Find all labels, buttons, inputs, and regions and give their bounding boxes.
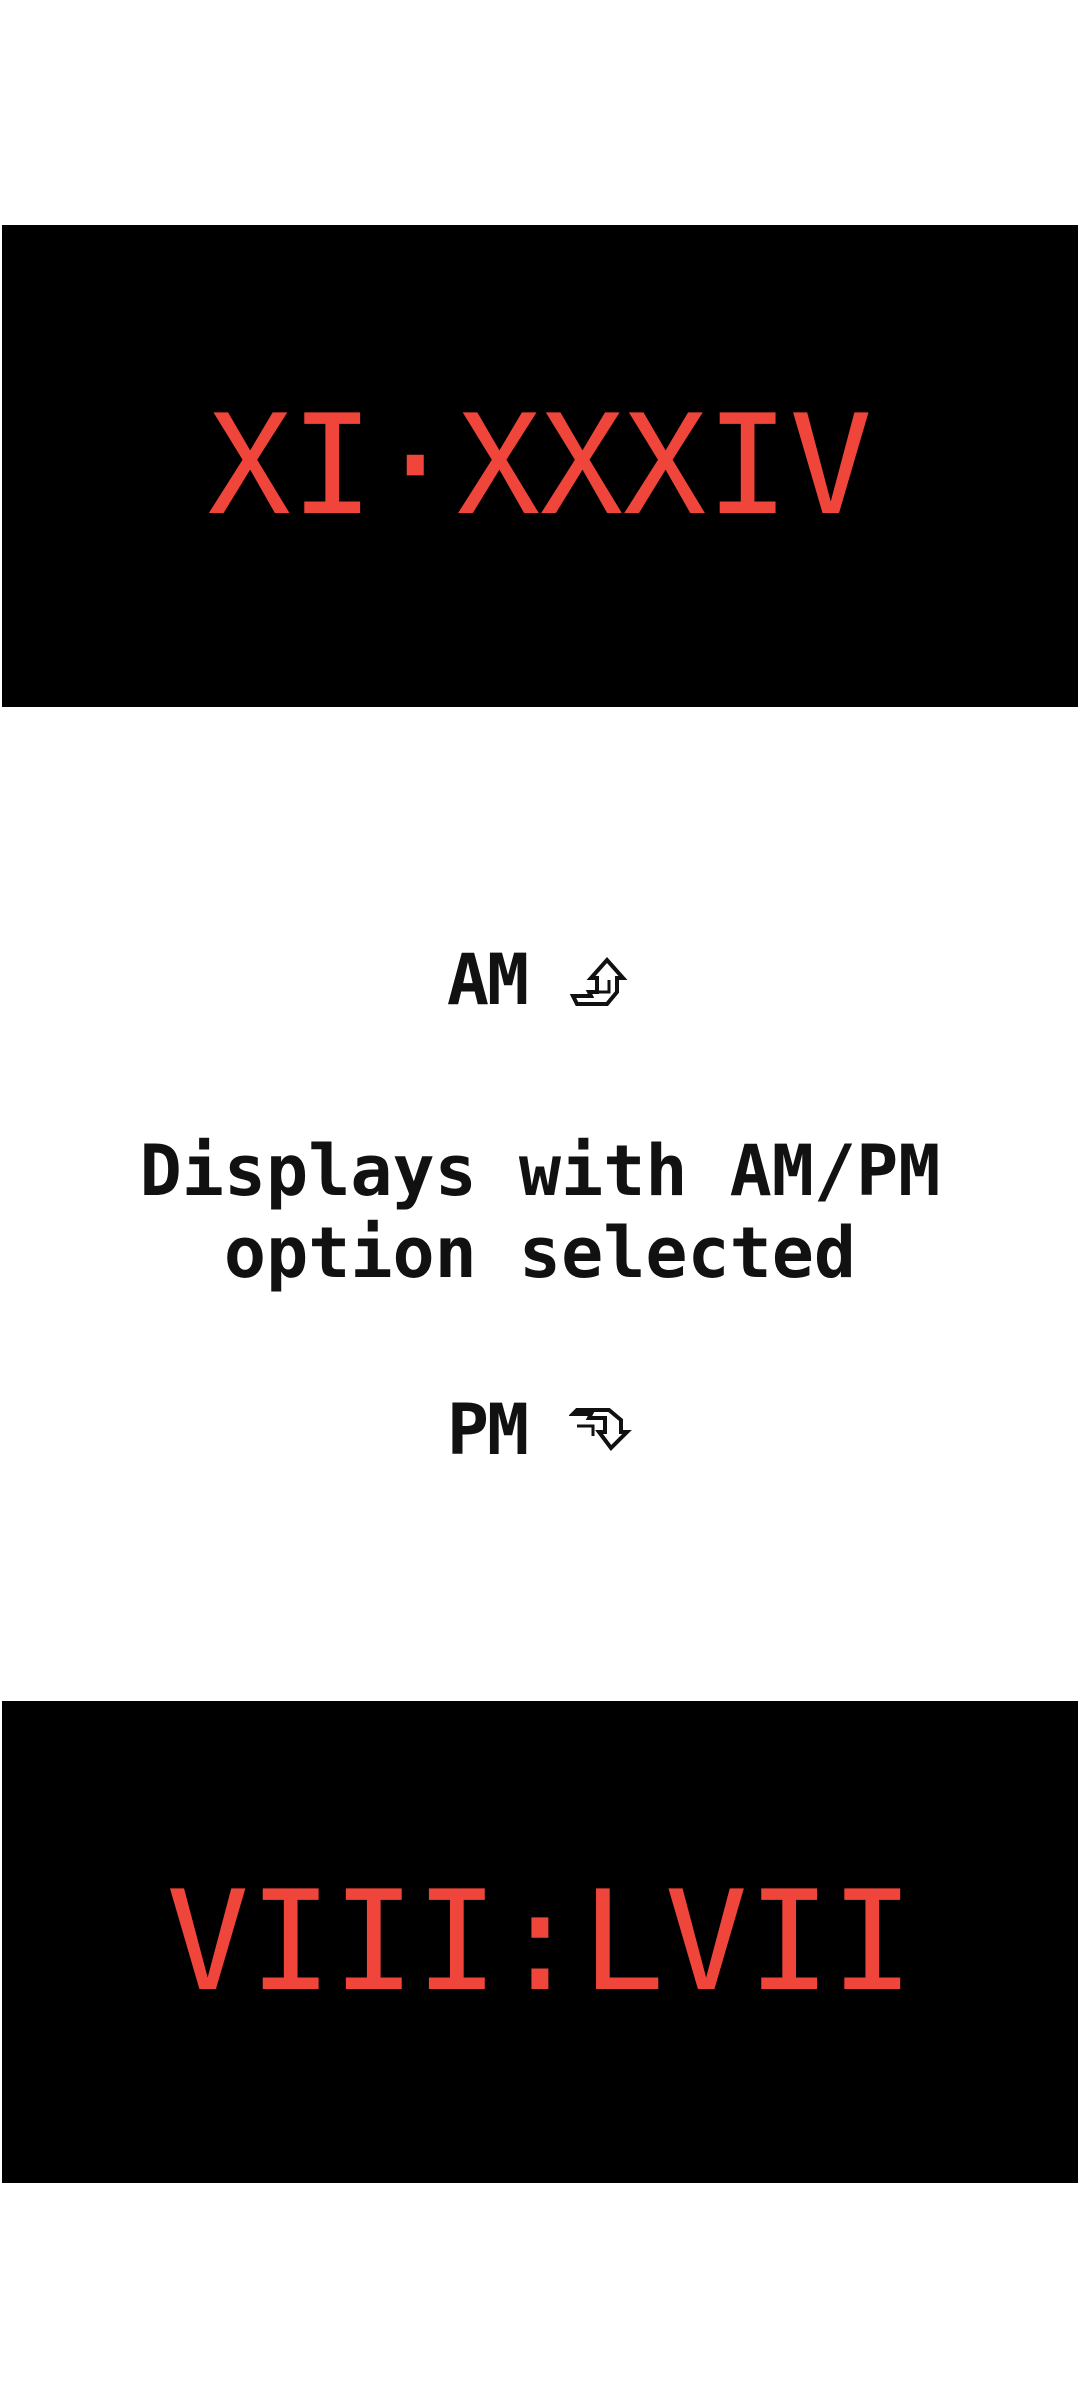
am-clock-time: XI·XXXIV <box>207 385 873 546</box>
pm-clock-time: VIII:LVII <box>166 1861 914 2022</box>
pm-label: PM <box>446 1389 529 1471</box>
am-clock-display: XI·XXXIV <box>2 225 1078 707</box>
sunrise-arrow-icon <box>569 948 633 1012</box>
pm-indicator: PM <box>0 1385 1080 1475</box>
am-indicator: AM <box>0 935 1080 1025</box>
caption-line-2: option selected <box>223 1212 857 1294</box>
am-label: AM <box>446 939 529 1021</box>
pm-clock-display: VIII:LVII <box>2 1701 1078 2183</box>
sunset-arrow-icon <box>569 1398 633 1462</box>
caption: Displays with AM/PM option selected <box>0 1130 1080 1294</box>
caption-line-1: Displays with AM/PM <box>139 1130 941 1212</box>
